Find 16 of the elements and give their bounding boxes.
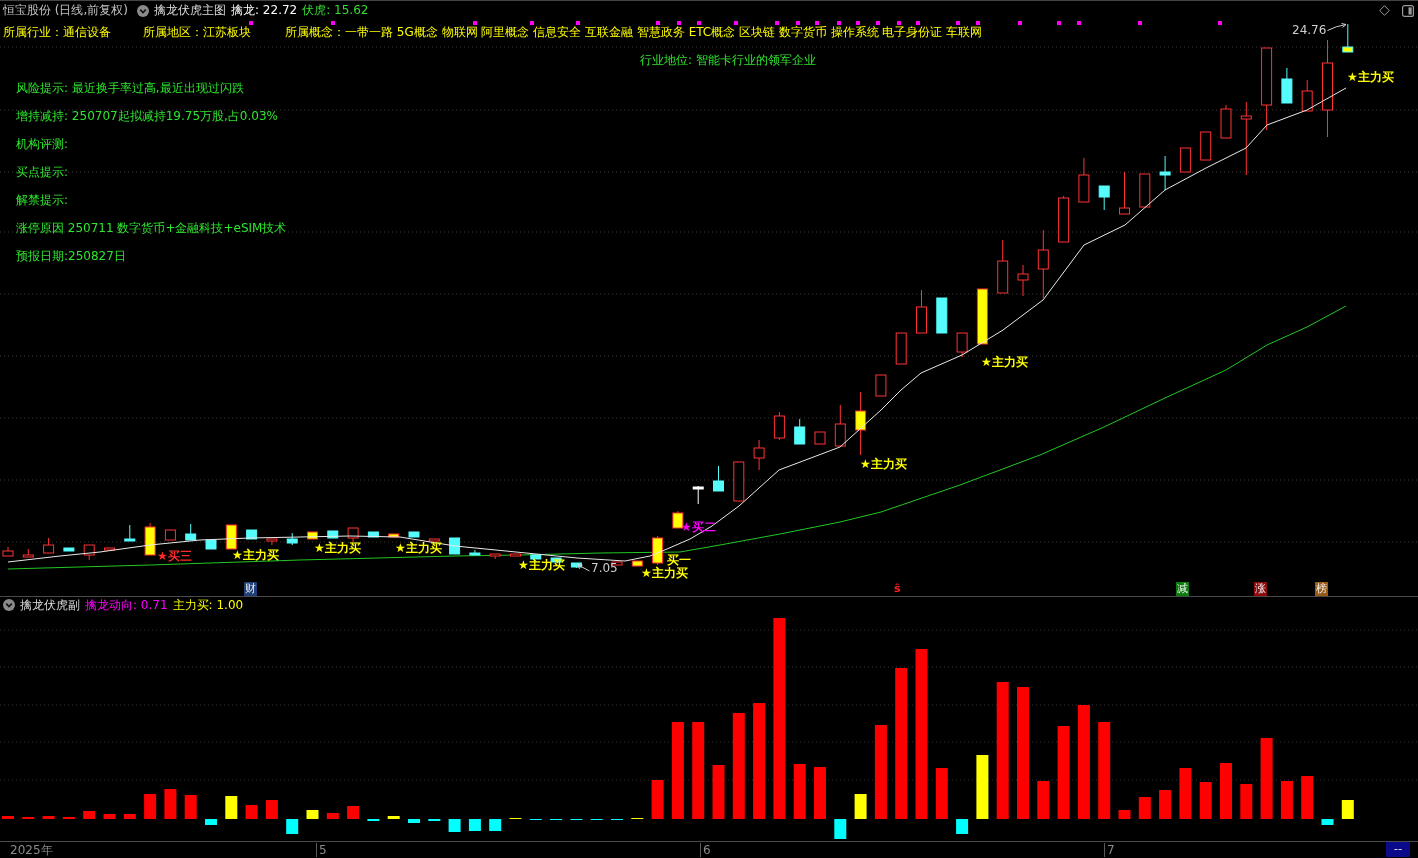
- indicator-reading: 伏虎: 15.62: [302, 2, 369, 19]
- indicator-name: 擒龙伏虎副: [20, 596, 80, 614]
- indicator-reading: 擒龙动向: 0.71: [85, 596, 168, 614]
- axis-label: 5: [316, 843, 327, 857]
- chevron-circle-icon[interactable]: [3, 599, 15, 611]
- diamond-icon[interactable]: [1379, 5, 1390, 16]
- axis-label: 6: [700, 843, 711, 857]
- panel-toggle-icon[interactable]: [1402, 4, 1414, 17]
- indicator-reading: 擒龙: 22.72: [231, 2, 298, 19]
- axis-label: 2025年: [9, 843, 53, 857]
- period-indicator[interactable]: --: [1386, 842, 1410, 857]
- axis-label: 7: [1104, 843, 1115, 857]
- indicator-reading: 主力买: 1.00: [172, 596, 244, 614]
- chevron-circle-icon[interactable]: [137, 4, 149, 17]
- security-title: 恒宝股份 (日线,前复权): [3, 2, 128, 19]
- indicator-name: 擒龙伏虎主图: [154, 2, 226, 19]
